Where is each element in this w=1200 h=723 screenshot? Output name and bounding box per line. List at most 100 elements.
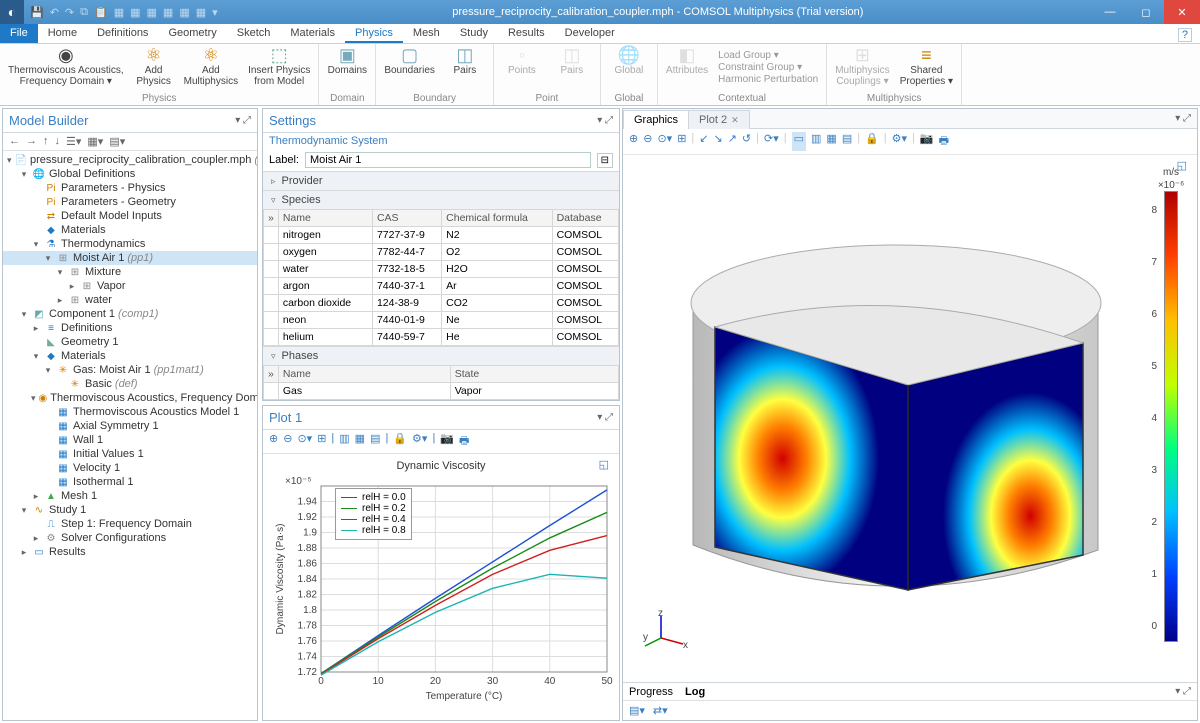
nav-down-icon[interactable]: ↓ (55, 135, 61, 148)
zoom-reset-icon[interactable]: ⊙▾ (297, 432, 312, 451)
add-physics-button[interactable]: ⚛Add Physics (134, 46, 174, 93)
tree-node[interactable]: ▾◉Thermoviscous Acoustics, Frequency Dom… (3, 391, 257, 405)
zoom-extents-icon[interactable]: ⊞ (677, 132, 686, 151)
tab-graphics[interactable]: Graphics (623, 110, 689, 129)
close-button[interactable]: ✕ (1164, 0, 1200, 24)
tree-node[interactable]: ▾⚗Thermodynamics (3, 237, 257, 251)
qat-icon[interactable]: ▦ (179, 6, 189, 19)
tree-node[interactable]: ▾∿Study 1 (3, 503, 257, 517)
view-default-icon[interactable]: ↺ (742, 132, 751, 151)
tree-node[interactable]: ▦Wall 1 (3, 433, 257, 447)
tree-node[interactable]: ▸⊞water (3, 293, 257, 307)
tree-node[interactable]: PiParameters - Physics (3, 181, 257, 195)
tree-node[interactable]: ✳Basic (def) (3, 377, 257, 391)
system-menu-icon[interactable]: ◐ (0, 0, 24, 24)
panel-menu-icon[interactable]: ▾ ⤢ (235, 115, 251, 126)
snapshot-icon[interactable]: 📷 (440, 432, 454, 451)
nav-back-icon[interactable]: ← (9, 135, 20, 148)
panel-menu-icon[interactable]: ▾ (597, 412, 602, 423)
tree-node[interactable]: ▾✳Gas: Moist Air 1 (pp1mat1) (3, 363, 257, 377)
tool-icon[interactable]: ⇄▾ (653, 704, 668, 717)
panel-close-icon[interactable]: ⤢ (605, 412, 613, 423)
tree-node[interactable]: ▦Isothermal 1 (3, 475, 257, 489)
qat-dropdown-icon[interactable]: ▾ (212, 6, 218, 19)
tree-node[interactable]: ▾◆Materials (3, 349, 257, 363)
tab-log[interactable]: Log (685, 686, 705, 698)
tree-node[interactable]: ◣Geometry 1 (3, 335, 257, 349)
qat-icon[interactable]: ▦ (147, 6, 157, 19)
qat-icon[interactable]: ▦ (130, 6, 140, 19)
section-provider[interactable]: ▹Provider (263, 172, 619, 190)
menu-tab-sketch[interactable]: Sketch (227, 24, 281, 43)
snapshot-icon[interactable]: 📷 (920, 132, 934, 151)
menu-tab-definitions[interactable]: Definitions (87, 24, 158, 43)
panel-menu-icon[interactable]: ▾ ⤢ (1175, 686, 1191, 697)
panel-menu-icon[interactable]: ▾ ⤢ (597, 115, 613, 126)
boundaries-button[interactable]: ▢Boundaries (384, 46, 435, 93)
add-multiphysics-button[interactable]: ⚛Add Multiphysics (184, 46, 238, 93)
tree-node[interactable]: ▸▲Mesh 1 (3, 489, 257, 503)
tree-node[interactable]: ▦Thermoviscous Acoustics Model 1 (3, 405, 257, 419)
model-tree[interactable]: ▾📄pressure_reciprocity_calibration_coupl… (3, 151, 257, 720)
section-phases[interactable]: ▿Phases (263, 347, 619, 365)
tree-node[interactable]: ▾📄pressure_reciprocity_calibration_coupl… (3, 153, 257, 167)
menu-tab-physics[interactable]: Physics (345, 24, 403, 43)
tree-icon[interactable]: ☰▾ (66, 135, 81, 148)
settings-icon[interactable]: ⚙▾ (412, 432, 427, 451)
label-input[interactable] (305, 152, 591, 168)
zoom-extents-icon[interactable]: ⊞ (317, 432, 326, 451)
tree-node[interactable]: ▦Initial Values 1 (3, 447, 257, 461)
tree-node[interactable]: ◆Materials (3, 223, 257, 237)
zoom-out-icon[interactable]: ⊖ (643, 132, 652, 151)
qat-copy-icon[interactable]: ⧉ (80, 6, 88, 19)
print-icon[interactable]: 🖶 (939, 132, 949, 151)
qat-icon[interactable]: ▦ (114, 6, 124, 19)
lock-icon[interactable]: 🔒 (865, 132, 879, 151)
plot-info-icon[interactable]: ◱ (599, 458, 609, 471)
insert-physics-button[interactable]: ⬚Insert Physics from Model (248, 46, 310, 93)
graphics-canvas[interactable]: ◱ m/s ×10⁻⁶ (623, 155, 1197, 682)
select-icon[interactable]: ▭ (792, 132, 806, 151)
tree-node[interactable]: ⎍Step 1: Frequency Domain (3, 517, 257, 531)
tree-node[interactable]: ▸⚙Solver Configurations (3, 531, 257, 545)
print-icon[interactable]: 🖶 (459, 432, 469, 451)
tree-node[interactable]: ▦Axial Symmetry 1 (3, 419, 257, 433)
nav-fwd-icon[interactable]: → (26, 135, 37, 148)
menu-tab-materials[interactable]: Materials (280, 24, 345, 43)
tree-node[interactable]: ▾🌐Global Definitions (3, 167, 257, 181)
zoom-menu-icon[interactable]: ⊙▾ (657, 132, 672, 151)
qat-paste-icon[interactable]: 📋 (94, 6, 108, 19)
nav-up-icon[interactable]: ↑ (43, 135, 49, 148)
help-button[interactable]: ? (1178, 28, 1192, 42)
tree-node[interactable]: ▦Velocity 1 (3, 461, 257, 475)
tool-icon[interactable]: ▤▾ (629, 704, 645, 717)
menu-tab-results[interactable]: Results (498, 24, 555, 43)
pairs-button[interactable]: ◫Pairs (445, 46, 485, 93)
view-xz-icon[interactable]: ↘ (713, 132, 722, 151)
tab-progress[interactable]: Progress (629, 686, 673, 698)
view-icon[interactable]: ▥ (811, 132, 821, 151)
zoom-in-icon[interactable]: ⊕ (629, 132, 638, 151)
tree-node[interactable]: ▾⊞Moist Air 1 (pp1) (3, 251, 257, 265)
lock-icon[interactable]: 🔒 (393, 432, 407, 451)
menu-tab-file[interactable]: File (0, 24, 38, 43)
qat-redo-icon[interactable]: ↷ (65, 6, 74, 19)
qat-icon[interactable]: ▦ (163, 6, 173, 19)
view-icon[interactable]: ▦ (826, 132, 836, 151)
view-icon[interactable]: ▤ (370, 432, 380, 451)
qat-icon[interactable]: ▦ (196, 6, 206, 19)
menu-tab-mesh[interactable]: Mesh (403, 24, 450, 43)
tree-node[interactable]: ⇄Default Model Inputs (3, 209, 257, 223)
qat-undo-icon[interactable]: ↶ (50, 6, 59, 19)
shared-properties-button[interactable]: ≡Shared Properties ▾ (900, 46, 953, 93)
label-extra-button[interactable]: ⊟ (597, 153, 613, 168)
qat-save-icon[interactable]: 💾 (30, 6, 44, 19)
menu-tab-home[interactable]: Home (38, 24, 87, 43)
view-icon[interactable]: ▥ (339, 432, 349, 451)
view-icon[interactable]: ▦ (355, 432, 365, 451)
tree-icon[interactable]: ▦▾ (87, 135, 103, 148)
tree-node[interactable]: ▸⊞Vapor (3, 279, 257, 293)
tree-icon[interactable]: ▤▾ (109, 135, 125, 148)
menu-tab-study[interactable]: Study (450, 24, 498, 43)
tab-plot2[interactable]: Plot 2✕ (688, 110, 750, 129)
